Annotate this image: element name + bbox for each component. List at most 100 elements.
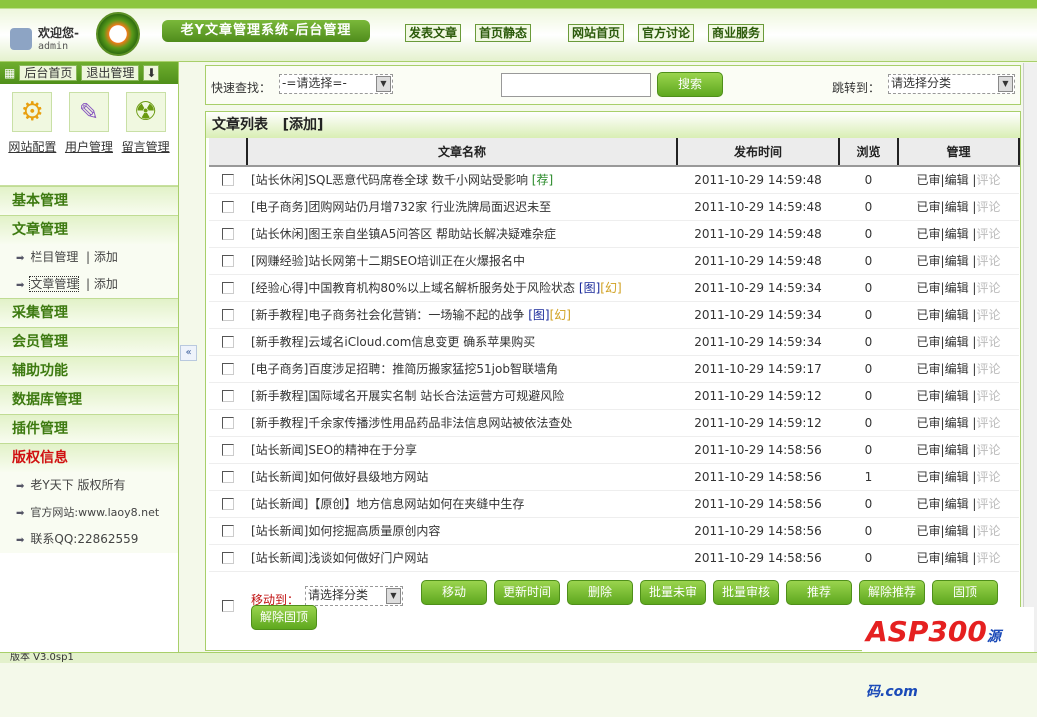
edit-link[interactable]: 编辑 xyxy=(945,335,969,349)
down-arrow-icon[interactable]: ⬇ xyxy=(143,65,160,81)
comment-link[interactable]: 评论 xyxy=(976,362,1000,376)
collapse-sidebar-button[interactable]: « xyxy=(180,345,197,361)
article-category[interactable]: [网赚经验] xyxy=(251,254,308,268)
article-category[interactable]: [站长新闻] xyxy=(251,551,308,565)
menu-plugins[interactable]: 插件管理 xyxy=(0,414,178,443)
search-button[interactable]: 搜索 xyxy=(657,72,723,97)
article-title[interactable]: 国际域名开展实名制 站长合法运营方可规避风险 xyxy=(308,389,564,403)
row-checkbox[interactable] xyxy=(222,255,234,267)
audited-link[interactable]: 已审 xyxy=(917,254,941,268)
comment-link[interactable]: 评论 xyxy=(976,497,1000,511)
comment-link[interactable]: 评论 xyxy=(976,254,1000,268)
category-manage-link[interactable]: 栏目管理 xyxy=(30,250,78,264)
edit-link[interactable]: 编辑 xyxy=(945,551,969,565)
article-manage-link[interactable]: 文章管理 xyxy=(29,276,80,292)
batch-button[interactable]: 更新时间 xyxy=(494,579,560,605)
row-checkbox[interactable] xyxy=(222,417,234,429)
audited-link[interactable]: 已审 xyxy=(917,497,941,511)
batch-button[interactable]: 移动 xyxy=(421,579,487,605)
article-title[interactable]: 千余家传播涉性用品药品非法信息网站被依法查处 xyxy=(308,416,572,430)
menu-tools[interactable]: 辅助功能 xyxy=(0,356,178,385)
row-checkbox[interactable] xyxy=(222,444,234,456)
menu-article[interactable]: 文章管理 xyxy=(0,215,178,244)
edit-link[interactable]: 编辑 xyxy=(945,227,969,241)
category-add-link[interactable]: 添加 xyxy=(94,250,118,264)
audited-link[interactable]: 已审 xyxy=(917,389,941,403)
row-checkbox[interactable] xyxy=(222,471,234,483)
article-category[interactable]: [经验心得] xyxy=(251,281,308,295)
site-config-link[interactable]: ⚙ 网站配置 xyxy=(8,92,56,179)
menu-basic[interactable]: 基本管理 xyxy=(0,186,178,215)
menu-member[interactable]: 会员管理 xyxy=(0,327,178,356)
admin-home-button[interactable]: 后台首页 xyxy=(19,65,78,81)
row-checkbox[interactable] xyxy=(222,174,234,187)
nav-post-article[interactable]: 发表文章 xyxy=(405,24,462,42)
edit-link[interactable]: 编辑 xyxy=(945,200,969,214)
article-category[interactable]: [新手教程] xyxy=(251,335,308,349)
batch-button[interactable]: 固顶 xyxy=(932,579,998,605)
edit-link[interactable]: 编辑 xyxy=(945,308,969,322)
comment-link[interactable]: 评论 xyxy=(976,470,1000,484)
nav-site-home[interactable]: 网站首页 xyxy=(568,24,625,42)
row-checkbox[interactable] xyxy=(222,498,234,510)
batch-button[interactable]: 批量审核 xyxy=(713,579,779,605)
article-title[interactable]: 【原创】地方信息网站如何在夹缝中生存 xyxy=(308,497,524,511)
article-category[interactable]: [站长新闻] xyxy=(251,470,308,484)
edit-link[interactable]: 编辑 xyxy=(945,281,969,295)
row-checkbox[interactable] xyxy=(222,525,234,537)
nav-business[interactable]: 商业服务 xyxy=(708,24,765,42)
comment-link[interactable]: 评论 xyxy=(976,551,1000,565)
audited-link[interactable]: 已审 xyxy=(917,200,941,214)
comment-link[interactable]: 评论 xyxy=(976,443,1000,457)
article-category[interactable]: [新手教程] xyxy=(251,389,308,403)
audited-link[interactable]: 已审 xyxy=(917,335,941,349)
batch-button[interactable]: 解除推荐 xyxy=(859,579,925,605)
nav-static-home[interactable]: 首页静态 xyxy=(475,24,532,42)
comment-link[interactable]: 评论 xyxy=(976,173,1000,187)
jump-select[interactable]: 请选择分类 ▼ xyxy=(888,74,1015,94)
article-title[interactable]: 浅谈如何做好门户网站 xyxy=(308,551,428,565)
article-title[interactable]: 中国教育机构80%以上域名解析服务处于风险状态 xyxy=(308,281,575,295)
comment-link[interactable]: 评论 xyxy=(976,335,1000,349)
article-category[interactable]: [电子商务] xyxy=(251,200,308,214)
audited-link[interactable]: 已审 xyxy=(917,173,941,187)
article-category[interactable]: [新手教程] xyxy=(251,416,308,430)
article-title[interactable]: 如何挖掘高质量原创内容 xyxy=(308,524,440,538)
edit-link[interactable]: 编辑 xyxy=(945,443,969,457)
article-title[interactable]: 站长网第十二期SEO培训正在火爆报名中 xyxy=(308,254,525,268)
move-to-select[interactable]: 请选择分类 ▼ xyxy=(305,585,403,606)
article-category[interactable]: [站长新闻] xyxy=(251,497,308,511)
article-title[interactable]: 云域名iCloud.com信息变更 确系苹果购买 xyxy=(308,335,535,349)
edit-link[interactable]: 编辑 xyxy=(945,254,969,268)
batch-button[interactable]: 批量未审 xyxy=(640,579,706,605)
audited-link[interactable]: 已审 xyxy=(917,281,941,295)
audited-link[interactable]: 已审 xyxy=(917,308,941,322)
comment-link[interactable]: 评论 xyxy=(976,227,1000,241)
add-article-link[interactable]: [添加] xyxy=(283,117,324,133)
audited-link[interactable]: 已审 xyxy=(917,443,941,457)
submenu-category[interactable]: ➡ 栏目管理 | 添加 xyxy=(0,244,178,271)
article-title[interactable]: 如何做好县级地方网站 xyxy=(308,470,428,484)
audited-link[interactable]: 已审 xyxy=(917,362,941,376)
edit-link[interactable]: 编辑 xyxy=(945,497,969,511)
audited-link[interactable]: 已审 xyxy=(917,227,941,241)
message-manage-link[interactable]: ☢ 留言管理 xyxy=(122,92,170,179)
search-input[interactable] xyxy=(501,73,651,97)
edit-link[interactable]: 编辑 xyxy=(945,524,969,538)
article-category[interactable]: [站长新闻] xyxy=(251,524,308,538)
article-title[interactable]: SEO的精神在于分享 xyxy=(308,443,417,457)
batch-button[interactable]: 解除固顶 xyxy=(251,604,317,630)
menu-copyright[interactable]: 版权信息 xyxy=(0,443,178,472)
row-checkbox[interactable] xyxy=(222,363,234,375)
article-add-link[interactable]: 添加 xyxy=(94,277,118,291)
article-title[interactable]: 团购网站仍月增732家 行业洗牌局面迟迟未至 xyxy=(308,200,551,214)
menu-database[interactable]: 数据库管理 xyxy=(0,385,178,414)
row-checkbox[interactable] xyxy=(222,552,234,564)
edit-link[interactable]: 编辑 xyxy=(945,389,969,403)
article-category[interactable]: [电子商务] xyxy=(251,362,308,376)
select-all-checkbox[interactable] xyxy=(222,599,234,612)
article-category[interactable]: [站长新闻] xyxy=(251,443,308,457)
article-category[interactable]: [新手教程] xyxy=(251,308,308,322)
article-category[interactable]: [站长休闲] xyxy=(251,227,308,241)
article-title[interactable]: SQL恶意代码席卷全球 数千小网站受影响 xyxy=(308,173,528,187)
